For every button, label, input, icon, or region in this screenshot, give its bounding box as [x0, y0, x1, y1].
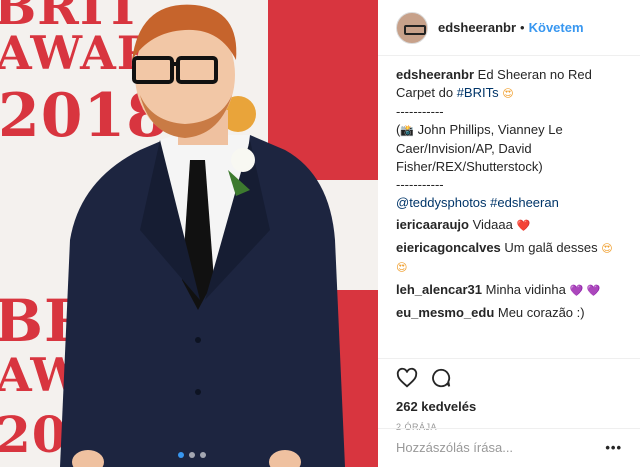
credit-text: John Phillips, Vianney Le Caer/Invision/…: [396, 122, 563, 174]
caption-tags: @teddysphotos #edsheeran: [396, 194, 622, 212]
carousel-dot: [200, 452, 206, 458]
carousel-dot: [178, 452, 184, 458]
comment-text: Um galã desses: [500, 240, 602, 255]
comment-input[interactable]: Hozzászólás írása...: [396, 440, 513, 456]
heart-emoji: ❤️: [516, 219, 531, 232]
post-actions: 262 kedvelés 2 ÓRÁJA: [378, 358, 640, 432]
list-item: iericaaraujo Vidaaa ❤️: [396, 216, 622, 235]
caption: edsheeranbr Ed Sheeran no Red Carpet do …: [396, 66, 622, 212]
caption-hashtag[interactable]: #BRITs: [457, 85, 499, 100]
action-icons: [396, 365, 622, 395]
caption-divider: -----------: [396, 104, 444, 119]
comment-username[interactable]: iericaaraujo: [396, 217, 469, 232]
comment-text: Minha vidinha: [482, 282, 570, 297]
purple-heart-emoji: 💜 💜: [569, 284, 601, 297]
list-item: leh_alencar31 Minha vidinha 💜 💜: [396, 281, 622, 300]
add-comment-field[interactable]: Hozzászólás írása... •••: [378, 428, 640, 467]
caption-divider: -----------: [396, 177, 444, 192]
heart-icon[interactable]: [396, 367, 418, 394]
list-item: eu_mesmo_edu Meu corazão :): [396, 304, 622, 322]
follow-button[interactable]: Követem: [529, 20, 584, 35]
comments-list: edsheeranbr Ed Sheeran no Red Carpet do …: [378, 56, 640, 322]
caption-credit: (📸 John Phillips, Vianney Le Caer/Invisi…: [396, 121, 622, 176]
comment-username[interactable]: leh_alencar31: [396, 282, 482, 297]
caption-tag[interactable]: #edsheeran: [490, 195, 559, 210]
caption-mention[interactable]: @teddysphotos: [396, 195, 487, 210]
header-username[interactable]: edsheeranbr: [438, 20, 516, 35]
person-illustration: [60, 4, 345, 467]
post-photo[interactable]: BRIT AWARDS 2018 BRIT AWARDS 2018: [0, 0, 378, 467]
post-header: edsheeranbr • Követem: [378, 0, 640, 56]
comment-username[interactable]: eu_mesmo_edu: [396, 305, 494, 320]
carousel-indicator: [178, 452, 206, 458]
camera-icon: 📸: [400, 124, 415, 137]
carousel-dot: [189, 452, 195, 458]
like-count[interactable]: 262 kedvelés: [396, 399, 622, 414]
comment-text: Meu corazão :): [494, 305, 585, 320]
heart-eyes-emoji: 😍: [502, 87, 514, 100]
comment-username[interactable]: eiericagoncalves: [396, 240, 501, 255]
post-side-panel: edsheeranbr • Követem edsheeranbr Ed She…: [378, 0, 640, 467]
comment-text: Vidaaa: [469, 217, 517, 232]
avatar[interactable]: [396, 11, 428, 44]
comment-icon[interactable]: [430, 367, 452, 394]
list-item: eiericagoncalves Um galã desses 😍 😍: [396, 239, 622, 277]
more-options-icon[interactable]: •••: [605, 440, 622, 456]
caption-username[interactable]: edsheeranbr: [396, 67, 474, 82]
header-separator: •: [520, 20, 525, 35]
